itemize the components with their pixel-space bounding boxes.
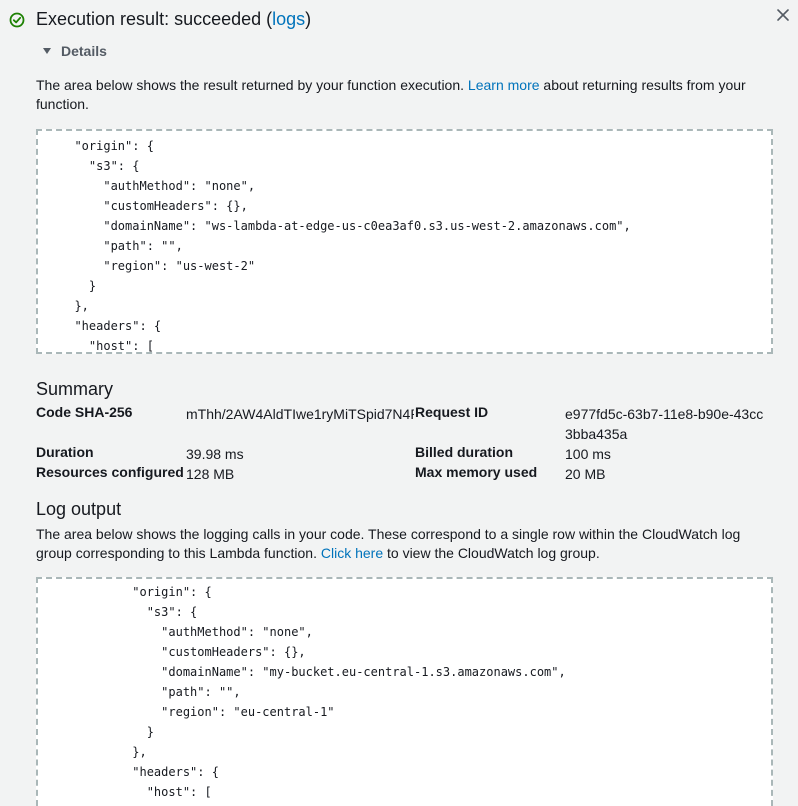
result-code-box[interactable]: "origin": { "s3": { "authMethod": "none"…	[36, 129, 773, 354]
result-desc-text-1: The area below shows the result returned…	[36, 77, 468, 93]
max-memory-value: 20 MB	[565, 466, 606, 482]
resources-configured-value: 128 MB	[186, 466, 235, 482]
execution-result-title: Execution result: succeeded (logs)	[36, 9, 311, 30]
billed-duration-label: Billed duration	[415, 444, 513, 460]
log-code: "origin": { "s3": { "authMethod": "none"…	[132, 585, 566, 799]
close-icon[interactable]	[774, 6, 792, 24]
result-description: The area below shows the result returned…	[36, 76, 776, 114]
click-here-link[interactable]: Click here	[321, 545, 383, 561]
execution-result-panel: Execution result: succeeded (logs) Detai…	[0, 0, 798, 806]
result-code: "origin": { "s3": { "authMethod": "none"…	[74, 139, 631, 353]
caret-down-icon	[43, 48, 51, 54]
learn-more-link[interactable]: Learn more	[468, 77, 540, 93]
duration-value: 39.98 ms	[186, 446, 244, 462]
execution-result-header: Execution result: succeeded (logs)	[9, 9, 311, 30]
details-label: Details	[61, 43, 107, 59]
log-desc-text-2: to view the CloudWatch log group.	[383, 545, 600, 561]
log-code-box[interactable]: "origin": { "s3": { "authMethod": "none"…	[36, 577, 773, 806]
duration-label: Duration	[36, 444, 94, 460]
details-toggle[interactable]: Details	[43, 43, 107, 59]
code-sha-label: Code SHA-256	[36, 404, 133, 420]
log-output-description: The area below shows the logging calls i…	[36, 525, 776, 563]
title-prefix: Execution result: succeeded (	[36, 9, 273, 29]
check-circle-icon	[9, 12, 25, 27]
summary-title: Summary	[36, 379, 114, 399]
request-id-value: e977fd5c-63b7-11e8-b90e-43cc3bba435a	[565, 406, 764, 442]
billed-duration-value: 100 ms	[565, 446, 611, 462]
title-suffix: )	[305, 9, 312, 29]
request-id-label: Request ID	[415, 404, 489, 420]
resources-configured-label: Resources configured	[36, 464, 184, 480]
log-output-title: Log output	[36, 499, 122, 519]
code-sha-value: mThh/2AW4AldTIwe1ryMiTSpid7N4RCqaxfDRZ5H…	[186, 406, 414, 422]
logs-link[interactable]: logs	[272, 9, 305, 29]
max-memory-label: Max memory used	[415, 464, 538, 480]
